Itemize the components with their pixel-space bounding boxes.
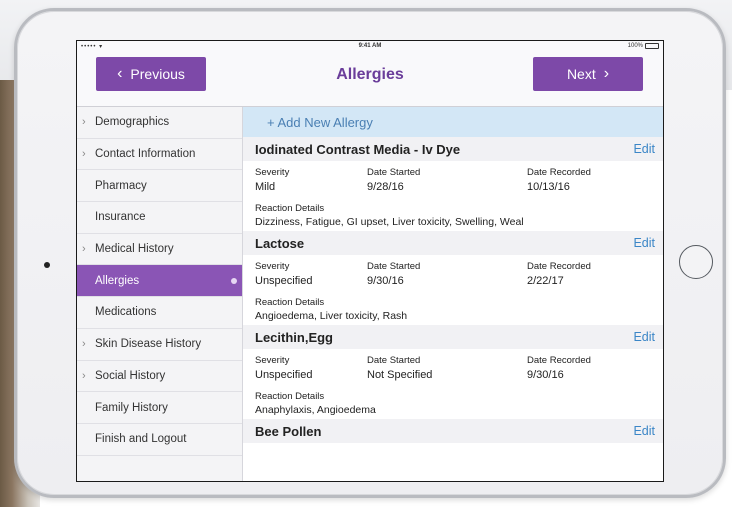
sidebar-item-finish-and-logout[interactable]: Finish and Logout <box>77 424 242 456</box>
allergy-name: Lactose <box>255 235 305 251</box>
date-started-column: Date Started 9/28/16 <box>367 165 527 199</box>
next-button-label: Next <box>566 66 596 82</box>
camera-dot <box>44 262 50 268</box>
severity-value: Unspecified <box>255 369 313 381</box>
date-recorded-column: Date Recorded 10/13/16 <box>527 165 591 199</box>
reaction-details: Reaction Details Dizziness, Fatigue, GI u… <box>243 199 663 231</box>
allergy-header: Lactose Edit <box>243 231 663 255</box>
date-started-label: Date Started <box>367 167 421 178</box>
date-started-column: Date Started 9/30/16 <box>367 259 527 293</box>
date-recorded-value: 2/22/17 <box>527 275 564 287</box>
severity-label: Severity <box>255 167 290 178</box>
edit-allergy-link[interactable]: Edit <box>633 424 655 438</box>
allergy-name: Bee Pollen <box>255 423 322 439</box>
chevron-right-icon: › <box>82 242 86 255</box>
date-recorded-value: 10/13/16 <box>527 181 570 193</box>
status-time: 9:41 AM <box>358 43 382 49</box>
sidebar-item-label: Allergies <box>95 274 140 287</box>
sidebar-item-label: Social History <box>95 369 166 382</box>
sidebar-item-label: Insurance <box>95 211 146 224</box>
add-new-allergy-button[interactable]: + Add New Allergy <box>243 107 663 137</box>
chevron-right-icon: › <box>82 337 86 350</box>
allergy-list: + Add New Allergy Iodinated Contrast Med… <box>243 107 663 481</box>
reaction-details-value: Dizziness, Fatigue, GI upset, Liver toxi… <box>255 216 524 228</box>
severity-value: Unspecified <box>255 275 313 287</box>
sidebar-item-skin-disease-history[interactable]: › Skin Disease History <box>77 329 242 361</box>
sidebar: › Demographics › Contact Information Pharmac… <box>77 107 243 481</box>
allergy-details: Severity Unspecified Date Started Not Speci… <box>243 349 663 387</box>
sidebar-item-family-history[interactable]: Family History <box>77 392 242 424</box>
battery-icon <box>645 43 659 49</box>
sidebar-item-label: Family History <box>95 401 168 414</box>
allergy-name: Lecithin,Egg <box>255 329 333 345</box>
reaction-details-label: Reaction Details <box>255 297 325 308</box>
date-recorded-value: 9/30/16 <box>527 369 564 381</box>
navigation-bar: ‹ Previous Allergies Next › <box>77 53 663 107</box>
edit-allergy-link[interactable]: Edit <box>633 236 655 250</box>
severity-label: Severity <box>255 261 290 272</box>
sidebar-item-label: Medical History <box>95 243 174 256</box>
battery-percent: 100% <box>627 43 643 49</box>
reaction-details: Reaction Details Anaphylaxis, Angioedema <box>243 387 663 419</box>
screen: ••••• ▾ 9:41 AM 100% ‹ Previous Allergie… <box>76 40 664 482</box>
allergy-header: Iodinated Contrast Media - Iv Dye Edit <box>243 137 663 161</box>
sidebar-item-label: Medications <box>95 306 157 319</box>
chevron-right-icon: › <box>603 65 610 82</box>
sidebar-item-insurance[interactable]: Insurance <box>77 202 242 234</box>
sidebar-item-social-history[interactable]: › Social History <box>77 361 242 393</box>
sidebar-item-label: Demographics <box>95 116 170 129</box>
allergy-header: Bee Pollen Edit <box>243 419 663 443</box>
sidebar-item-demographics[interactable]: › Demographics <box>77 107 242 139</box>
date-started-value: 9/30/16 <box>367 275 404 287</box>
sidebar-item-label: Skin Disease History <box>95 338 202 351</box>
severity-column: Severity Mild <box>255 165 367 199</box>
battery-status: 100% <box>628 43 659 49</box>
date-recorded-column: Date Recorded 9/30/16 <box>527 353 591 387</box>
sidebar-item-label: Finish and Logout <box>95 433 187 446</box>
reaction-details-value: Angioedema, Liver toxicity, Rash <box>255 310 408 322</box>
content-area: › Demographics › Contact Information Pharmac… <box>77 107 663 481</box>
severity-value: Mild <box>255 181 276 193</box>
chevron-right-icon: › <box>82 147 86 160</box>
sidebar-item-label: Pharmacy <box>95 179 147 192</box>
date-started-label: Date Started <box>367 355 421 366</box>
reaction-details: Reaction Details Angioedema, Liver toxici… <box>243 293 663 325</box>
chevron-right-icon: › <box>82 116 86 129</box>
active-indicator-dot <box>231 277 237 284</box>
sidebar-item-contact-information[interactable]: › Contact Information <box>77 139 242 171</box>
home-button[interactable] <box>679 245 713 279</box>
edit-allergy-link[interactable]: Edit <box>633 330 655 344</box>
allergy-header: Lecithin,Egg Edit <box>243 325 663 349</box>
reaction-details-label: Reaction Details <box>255 391 325 402</box>
date-recorded-label: Date Recorded <box>527 167 591 178</box>
allergy-name: Iodinated Contrast Media - Iv Dye <box>255 141 461 157</box>
status-bar: ••••• ▾ 9:41 AM 100% <box>77 41 663 53</box>
date-started-column: Date Started Not Specified <box>367 353 527 387</box>
sidebar-item-medical-history[interactable]: › Medical History <box>77 234 242 266</box>
edit-allergy-link[interactable]: Edit <box>633 142 655 156</box>
date-recorded-column: Date Recorded 2/22/17 <box>527 259 591 293</box>
date-started-value: Not Specified <box>367 369 433 381</box>
next-button[interactable]: Next › <box>533 57 643 91</box>
reaction-details-label: Reaction Details <box>255 203 325 214</box>
sidebar-item-medications[interactable]: Medications <box>77 297 242 329</box>
sidebar-item-label: Contact Information <box>95 148 196 161</box>
severity-column: Severity Unspecified <box>255 353 367 387</box>
reaction-details-value: Anaphylaxis, Angioedema <box>255 404 376 416</box>
sidebar-item-pharmacy[interactable]: Pharmacy <box>77 170 242 203</box>
allergy-details: Severity Unspecified Date Started 9/30/16 Da… <box>243 255 663 293</box>
date-recorded-label: Date Recorded <box>527 261 591 272</box>
severity-column: Severity Unspecified <box>255 259 367 293</box>
allergy-details: Severity Mild Date Started 9/28/16 Date Reco… <box>243 161 663 199</box>
sidebar-item-allergies[interactable]: Allergies <box>77 265 242 298</box>
date-started-value: 9/28/16 <box>367 181 404 193</box>
date-recorded-label: Date Recorded <box>527 355 591 366</box>
severity-label: Severity <box>255 355 290 366</box>
chevron-right-icon: › <box>82 369 86 382</box>
date-started-label: Date Started <box>367 261 421 272</box>
